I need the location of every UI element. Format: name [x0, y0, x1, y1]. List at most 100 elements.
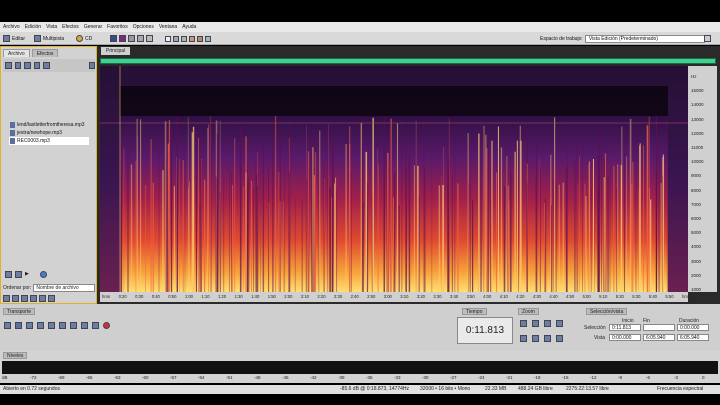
filter-icon-3[interactable]	[21, 295, 28, 302]
frequency-tick-label: 4000	[691, 244, 702, 250]
zoom-left-icon[interactable]	[544, 334, 551, 342]
zoom-in-amplitude-icon[interactable]	[520, 320, 527, 327]
loop-icon[interactable]	[5, 270, 12, 278]
menu-item-archivo[interactable]: Archivo	[3, 24, 20, 30]
overview-bar[interactable]	[100, 58, 716, 64]
workspace-options-button[interactable]	[704, 34, 711, 43]
menu-item-favoritos[interactable]: Favoritos	[107, 24, 128, 30]
go-start-icon[interactable]	[59, 321, 66, 329]
play-from-cursor-icon[interactable]	[37, 321, 44, 329]
frequency-tick-label: 14000	[691, 102, 704, 108]
insert-icon[interactable]	[33, 62, 40, 69]
marquee-icon[interactable]	[173, 35, 179, 42]
status-cursor-db: -85.6 dB @ 0:18.873, 14774Hz	[340, 386, 410, 392]
spot-heal-icon[interactable]	[197, 35, 203, 42]
rewind-icon[interactable]	[70, 321, 77, 329]
status-bar: Abierto en 0.72 segundos -85.6 dB @ 0:18…	[0, 385, 720, 394]
menu-item-vista[interactable]: Vista	[46, 24, 57, 30]
go-end-icon[interactable]	[92, 321, 99, 329]
pan-view-icon[interactable]	[146, 35, 153, 42]
level-tick-label: -9	[618, 375, 623, 380]
pitch-view-icon[interactable]	[128, 35, 135, 42]
waveform-view-icon[interactable]	[110, 35, 117, 42]
view-start-field[interactable]: 0:00.000	[609, 334, 641, 341]
menu-item-edición[interactable]: Edición	[25, 24, 41, 30]
tab-archivo[interactable]: Archivo	[3, 49, 30, 57]
list-item-file[interactable]: lend/lastletterfromtheresa.mp3	[9, 121, 89, 129]
transport-panel-title: Transporte	[3, 308, 35, 315]
time-tick-label: 5:40	[648, 294, 657, 299]
status-size: 22.33 MB	[485, 386, 507, 392]
import-icon[interactable]	[5, 62, 12, 69]
frequency-tick-label: 1000	[691, 287, 702, 292]
files-playback-controls: ▶	[3, 269, 95, 279]
tab-efectos[interactable]: Efectos	[31, 49, 59, 57]
filter-icon-4[interactable]	[30, 295, 37, 302]
selection-start-field[interactable]: 0:11.813	[609, 324, 641, 331]
close-file-icon[interactable]	[14, 62, 21, 69]
level-tick-label: -48	[254, 375, 261, 380]
play-icon[interactable]	[15, 321, 22, 329]
filter-icon-2[interactable]	[12, 295, 19, 302]
tab-principal[interactable]: Principal	[101, 47, 131, 55]
menu-item-efectos[interactable]: Efectos	[62, 24, 79, 30]
play-arrow-icon[interactable]: ▶	[25, 271, 29, 277]
move-icon[interactable]	[205, 35, 211, 42]
menu-item-ayuda[interactable]: Ayuda	[182, 24, 196, 30]
workspace-dropdown[interactable]: Vista Edición (Predeterminado)	[584, 34, 705, 43]
level-tick-label: -66	[86, 375, 93, 380]
autoplay-icon[interactable]	[88, 62, 95, 69]
filter-icon-1[interactable]	[3, 295, 10, 302]
loop-play-icon[interactable]	[48, 321, 55, 329]
status-free-space: 488.24 GB libre	[518, 386, 553, 392]
spectral-display[interactable]	[100, 66, 688, 292]
list-item-file[interactable]: jestra/newhope.mp3	[9, 129, 89, 137]
level-tick-label: dB	[2, 375, 8, 380]
zoom-right-icon[interactable]	[556, 334, 563, 342]
zoom-in-icon[interactable]	[520, 334, 527, 342]
edit-file-icon[interactable]	[24, 62, 31, 69]
edit-view-button[interactable]: Editar	[3, 34, 25, 43]
selection-duration-field[interactable]: 0:00.000	[677, 324, 709, 331]
sort-dropdown[interactable]: Nombre de archivo	[33, 284, 95, 292]
record-icon[interactable]	[103, 321, 110, 329]
spectral-view-icon[interactable]	[119, 35, 126, 42]
phase-view-icon[interactable]	[137, 35, 144, 42]
pause-icon[interactable]	[26, 321, 33, 329]
filter-icon-5[interactable]	[39, 295, 46, 302]
sort-row: Ordenar por: Nombre de archivo	[3, 284, 95, 292]
zoom-full-icon[interactable]	[544, 320, 551, 327]
menu-item-ventana[interactable]: Ventana	[159, 24, 177, 30]
zoom-out-amplitude-icon[interactable]	[532, 320, 539, 327]
status-free-duration: 2275:22:13.57 libre	[566, 386, 609, 392]
play-file-icon[interactable]	[43, 62, 50, 69]
selection-end-field[interactable]	[643, 324, 675, 331]
view-duration-field[interactable]: 6:05.940	[677, 334, 709, 341]
time-selection-icon[interactable]	[165, 35, 171, 42]
level-tick-label: -60	[142, 375, 149, 380]
view-tools	[110, 34, 153, 43]
zoom-out-icon[interactable]	[532, 334, 539, 342]
time-tick-label: 0:50	[168, 294, 177, 299]
time-tick-label: 4:40	[549, 294, 558, 299]
multitrack-button[interactable]: Multipista	[34, 34, 64, 43]
menu-item-opciones[interactable]: Opciones	[133, 24, 154, 30]
cd-button[interactable]: CD	[76, 34, 92, 43]
time-tick-label: 5:00	[582, 294, 591, 299]
list-item-file-selected[interactable]: REC0003.mp3	[9, 137, 89, 145]
level-tick-label: -45	[282, 375, 289, 380]
brush-icon[interactable]	[189, 35, 195, 42]
menu-item-generar[interactable]: Generar	[84, 24, 102, 30]
view-end-field[interactable]: 6:05.940	[643, 334, 675, 341]
play-preview-icon[interactable]	[15, 270, 22, 278]
zoom-selection-icon[interactable]	[556, 320, 563, 327]
fast-forward-icon[interactable]	[81, 321, 88, 329]
time-tick-label: 0:30	[135, 294, 144, 299]
frequency-tick-label: 6000	[691, 216, 702, 221]
stop-icon[interactable]	[4, 321, 11, 329]
filter-icon-6[interactable]	[48, 295, 55, 302]
level-tick-label: -36	[366, 375, 373, 380]
lasso-icon[interactable]	[181, 35, 187, 42]
volume-icon[interactable]	[39, 270, 47, 278]
level-tick-label: -57	[170, 375, 177, 380]
